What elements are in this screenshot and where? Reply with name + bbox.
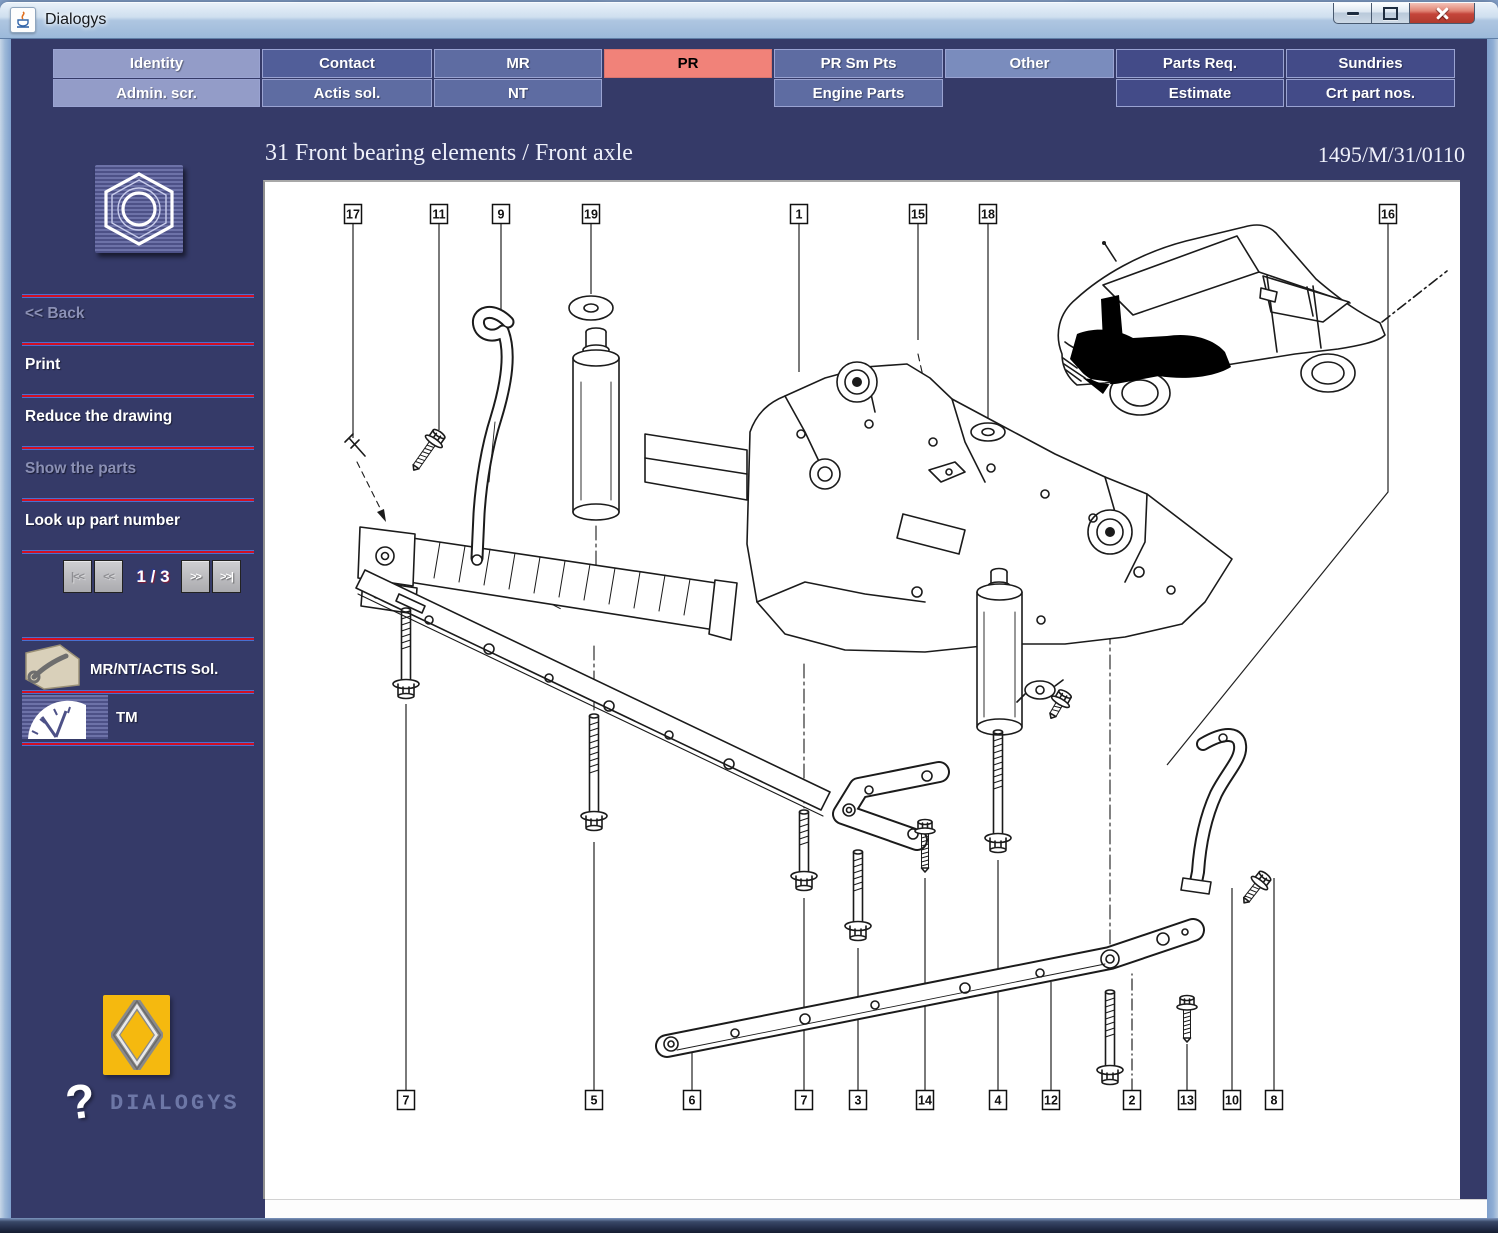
maximize-button[interactable] [1372, 3, 1410, 24]
callout-number: 5 [591, 1094, 598, 1108]
renault-diamond-icon [111, 1000, 163, 1070]
callout-number: 7 [403, 1094, 410, 1108]
java-app-icon [10, 7, 36, 33]
divider [22, 637, 254, 641]
divider [22, 446, 254, 450]
dialogys-window: Dialogys IdentityContactMRPRPR Sm PtsOth… [0, 2, 1498, 1233]
washer [971, 423, 1005, 441]
last-page-button[interactable]: >>| [212, 560, 241, 593]
tab-mr[interactable]: MR [434, 49, 602, 78]
tab-nt[interactable]: NT [434, 79, 602, 107]
prev-page-button[interactable]: << [94, 560, 123, 593]
exploded-parts-drawing: 17 11 9 19 1 15 18 16 7 5 6 7 3 14 4 12 2 13 10 8 [265, 182, 1460, 1199]
push-pin [345, 434, 386, 522]
minimize-button[interactable] [1333, 3, 1372, 24]
page-indicator: 1 / 3 [125, 567, 181, 587]
callout-number: 17 [346, 208, 360, 222]
maximize-icon [1383, 7, 1398, 20]
minimize-icon [1347, 12, 1359, 15]
mr-nt-actis-link[interactable]: MR/NT/ACTIS Sol. [22, 643, 254, 696]
callout-number: 11 [432, 208, 445, 222]
divider [22, 498, 254, 502]
front-extension-beam [358, 527, 737, 640]
reduce-drawing-button[interactable]: Reduce the drawing [25, 408, 255, 426]
app-surface: IdentityContactMRPRPR Sm PtsOtherParts R… [11, 39, 1487, 1220]
right-bump-stop [977, 569, 1022, 736]
window-frame-right [1487, 39, 1498, 1220]
callout-number: 7 [801, 1094, 808, 1108]
tab-admin-scr-[interactable]: Admin. scr. [53, 79, 260, 107]
callout-number: 2 [1129, 1094, 1136, 1108]
first-page-button[interactable]: |<< [63, 560, 92, 593]
drawing-reference: 1495/M/31/0110 [1318, 142, 1465, 168]
callout-number: 6 [689, 1094, 696, 1108]
callout-number: 9 [498, 208, 505, 222]
callout-number: 18 [981, 208, 995, 222]
callout-number: 10 [1225, 1094, 1239, 1108]
nut-icon [95, 165, 183, 253]
tab-other[interactable]: Other [945, 49, 1114, 78]
print-button[interactable]: Print [25, 356, 255, 374]
lookup-part-number-button[interactable]: Look up part number [25, 512, 255, 530]
gauge-icon [22, 695, 108, 739]
divider [22, 550, 254, 554]
window-frame-bottom [0, 1218, 1498, 1233]
window-controls [1333, 3, 1475, 24]
link-label: TM [116, 709, 138, 726]
back-button[interactable]: << Back [25, 305, 255, 323]
car-location-thumbnail [1058, 225, 1447, 415]
tm-link[interactable]: TM [22, 695, 254, 739]
left-bump-stop [569, 296, 619, 520]
titlebar-left: Dialogys [10, 7, 106, 33]
divider [22, 742, 254, 746]
tab-contact[interactable]: Contact [262, 49, 432, 78]
tab-crt-part-nos-[interactable]: Crt part nos. [1286, 79, 1455, 107]
renault-logo [103, 995, 170, 1075]
show-parts-button[interactable]: Show the parts [25, 460, 255, 478]
close-button[interactable] [1410, 3, 1475, 24]
tab-estimate[interactable]: Estimate [1116, 79, 1284, 107]
callout-number: 8 [1271, 1094, 1278, 1108]
callout-number: 19 [584, 208, 598, 222]
section-nut-icon[interactable] [95, 165, 183, 253]
callout-number: 16 [1381, 208, 1395, 222]
tab-engine-parts[interactable]: Engine Parts [774, 79, 943, 107]
callout-number: 15 [911, 208, 925, 222]
divider [22, 294, 254, 298]
stabilizer-link [472, 312, 508, 565]
right-stay-strap [1181, 734, 1240, 894]
tab-pr[interactable]: PR [604, 49, 772, 78]
tab-sundries[interactable]: Sundries [1286, 49, 1455, 78]
help-question-icon: ? [62, 1073, 99, 1132]
window-frame-left [0, 39, 11, 1220]
divider [22, 690, 254, 694]
tab-pr-sm-pts[interactable]: PR Sm Pts [774, 49, 943, 78]
drawing-canvas: 17 11 9 19 1 15 18 16 7 5 6 7 3 14 4 12 2 13 10 8 [263, 180, 1460, 1199]
callout-number: 3 [855, 1094, 862, 1108]
divider [22, 342, 254, 346]
window-title: Dialogys [45, 11, 106, 29]
callout-number: 13 [1180, 1094, 1194, 1108]
callout-number: 14 [918, 1094, 932, 1108]
tab-actis-sol-[interactable]: Actis sol. [262, 79, 432, 107]
dialogys-wordmark: DIALOGYS [110, 1091, 240, 1116]
link-label: MR/NT/ACTIS Sol. [90, 661, 218, 678]
tab-parts-req-[interactable]: Parts Req. [1116, 49, 1284, 78]
horizontal-scrollbar[interactable] [265, 1199, 1487, 1219]
manual-wrench-icon [22, 643, 82, 696]
tab-identity[interactable]: Identity [53, 49, 260, 78]
page-title: 31 Front bearing elements / Front axle [265, 140, 633, 167]
next-page-button[interactable]: >> [181, 560, 210, 593]
callout-number: 12 [1044, 1094, 1058, 1108]
pagination: |<< << 1 / 3 >> >>| [63, 560, 243, 593]
callout-number: 4 [995, 1094, 1002, 1108]
titlebar: Dialogys [0, 2, 1498, 39]
divider [22, 394, 254, 398]
callout-number: 1 [796, 208, 803, 222]
